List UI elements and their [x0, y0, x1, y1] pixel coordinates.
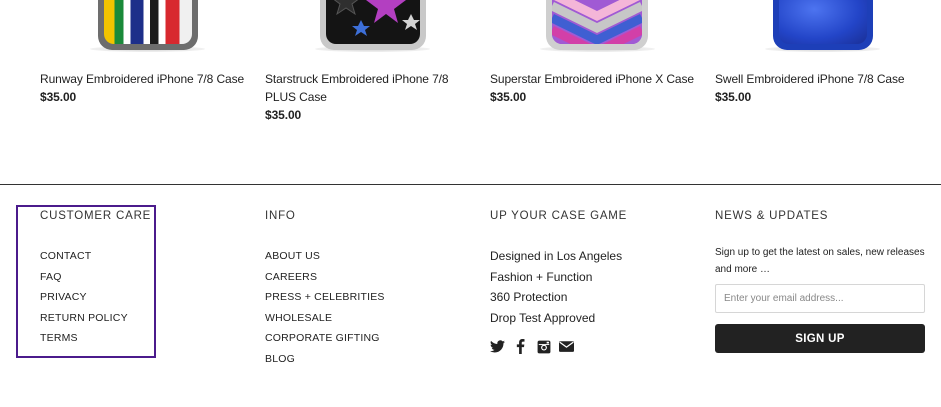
social-links — [490, 339, 574, 354]
footer-link-faq[interactable]: FAQ — [40, 267, 151, 288]
chevron-pattern — [552, 0, 642, 44]
footer-heading-news: NEWS & UPDATES — [715, 210, 829, 222]
footer-link-wholesale[interactable]: WHOLESALE — [265, 308, 385, 329]
feature-item: 360 Protection — [490, 290, 568, 304]
product-title-text[interactable]: Starstruck Embroidered iPhone 7/8 PLUS C… — [265, 70, 480, 106]
customer-care-links: CONTACT FAQ PRIVACY RETURN POLICY TERMS — [40, 246, 151, 349]
info-links: ABOUT US CAREERS PRESS + CELEBRITIES WHO… — [265, 246, 385, 369]
product-title[interactable]: Starstruck Embroidered iPhone 7/8 PLUS C… — [265, 70, 480, 124]
star-pattern — [333, 0, 420, 36]
product-price: $35.00 — [265, 108, 302, 122]
facebook-icon[interactable] — [513, 339, 528, 354]
product-title-text[interactable]: Swell Embroidered iPhone 7/8 Case — [715, 70, 930, 88]
feature-item: Fashion + Function — [490, 269, 593, 284]
product-image[interactable] — [490, 0, 705, 52]
feature-item: Designed in Los Angeles — [490, 249, 623, 263]
footer-customer-care: CUSTOMER CARE CONTACT FAQ PRIVACY RETURN… — [40, 208, 151, 349]
footer-link-return-policy[interactable]: RETURN POLICY — [40, 308, 151, 329]
footer-link-blog[interactable]: BLOG — [265, 349, 385, 370]
product-card[interactable]: Swell Embroidered iPhone 7/8 Case $35.00 — [715, 0, 930, 104]
product-title[interactable]: Runway Embroidered iPhone 7/8 Case $35.0… — [40, 70, 255, 106]
product-title[interactable]: Superstar Embroidered iPhone X Case $35.… — [490, 70, 705, 106]
product-title-text[interactable]: Superstar Embroidered iPhone X Case — [490, 70, 705, 88]
feature-item: Drop Test Approved — [490, 310, 596, 325]
newsletter-email-input[interactable] — [715, 284, 925, 313]
product-title-text[interactable]: Runway Embroidered iPhone 7/8 Case — [40, 70, 255, 88]
footer-link-contact[interactable]: CONTACT — [40, 246, 151, 267]
footer-heading-case-game: UP YOUR CASE GAME — [490, 210, 628, 222]
product-price: $35.00 — [490, 90, 527, 104]
footer-news: NEWS & UPDATES Sign up to get the latest… — [715, 208, 930, 278]
product-image[interactable] — [265, 0, 480, 52]
footer-link-about-us[interactable]: ABOUT US — [265, 246, 385, 267]
product-price: $35.00 — [715, 90, 752, 104]
footer-divider — [0, 184, 941, 185]
footer-link-press[interactable]: PRESS + CELEBRITIES — [265, 287, 385, 308]
newsletter-description: Sign up to get the latest on sales, new … — [715, 247, 925, 275]
footer-heading-info: INFO — [265, 210, 296, 222]
instagram-icon[interactable] — [536, 339, 551, 354]
twitter-icon[interactable] — [490, 339, 505, 354]
email-icon[interactable] — [559, 339, 574, 354]
signup-button[interactable]: SIGN UP — [715, 324, 925, 353]
footer-info: INFO ABOUT US CAREERS PRESS + CELEBRITIE… — [265, 208, 385, 369]
footer-heading-customer-care: CUSTOMER CARE — [40, 210, 152, 222]
footer-link-careers[interactable]: CAREERS — [265, 267, 385, 288]
product-title[interactable]: Swell Embroidered iPhone 7/8 Case $35.00 — [715, 70, 930, 106]
footer-case-game: UP YOUR CASE GAME Designed in Los Angele… — [490, 208, 627, 328]
case-game-list: Designed in Los Angeles Fashion + Functi… — [490, 246, 627, 328]
product-price: $35.00 — [40, 90, 77, 104]
product-card[interactable]: Superstar Embroidered iPhone X Case $35.… — [490, 0, 705, 104]
product-image[interactable] — [715, 0, 930, 52]
product-card[interactable]: Starstruck Embroidered iPhone 7/8 PLUS C… — [265, 0, 480, 122]
product-card[interactable]: Runway Embroidered iPhone 7/8 Case $35.0… — [40, 0, 255, 104]
product-image[interactable] — [40, 0, 255, 52]
footer-link-terms[interactable]: TERMS — [40, 328, 151, 349]
footer-link-corporate-gifting[interactable]: CORPORATE GIFTING — [265, 328, 385, 349]
footer-link-privacy[interactable]: PRIVACY — [40, 287, 151, 308]
